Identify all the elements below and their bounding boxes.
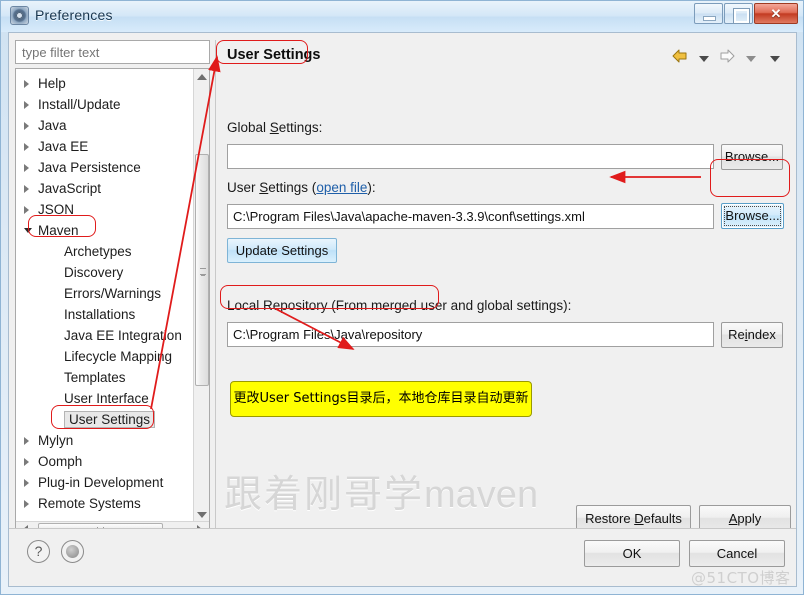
sidebar-item-user-settings[interactable]: User Settings: [64, 409, 156, 430]
sidebar-item-errors-warnings[interactable]: Errors/Warnings: [64, 283, 161, 304]
maximize-button[interactable]: [724, 3, 753, 24]
preferences-window: Preferences ✕ Help Install/Update Java Java…: [0, 0, 804, 595]
preferences-tree[interactable]: Help Install/Update Java Java EE Java Persis…: [15, 68, 210, 538]
navigation-toolbar: [671, 48, 785, 68]
user-settings-label: User Settings (open file):: [227, 180, 376, 195]
title-bar: Preferences ✕: [1, 1, 803, 32]
reindex-button[interactable]: Reindex: [721, 322, 783, 348]
user-settings-browse-button[interactable]: Browse...: [721, 203, 784, 229]
ok-button[interactable]: OK: [584, 540, 680, 567]
sidebar-item-label: Templates: [64, 370, 126, 385]
twisty-collapsed-icon[interactable]: [24, 206, 29, 214]
twisty-collapsed-icon[interactable]: [24, 185, 29, 193]
twisty-collapsed-icon[interactable]: [24, 164, 29, 172]
tree-vertical-scrollbar[interactable]: [193, 69, 209, 523]
twisty-collapsed-icon[interactable]: [24, 437, 29, 445]
sidebar-item-discovery[interactable]: Discovery: [64, 262, 123, 283]
sidebar-item-remote-systems[interactable]: Remote Systems: [24, 493, 141, 514]
sidebar-item-user-interface[interactable]: User Interface: [64, 388, 149, 409]
sidebar-item-label: Install/Update: [38, 97, 121, 112]
minimize-button[interactable]: [694, 3, 723, 24]
filter-input[interactable]: [15, 40, 210, 64]
cancel-button[interactable]: Cancel: [689, 540, 785, 567]
twisty-collapsed-icon[interactable]: [24, 479, 29, 487]
browse-label: Browse...: [725, 208, 780, 223]
sidebar-item-templates[interactable]: Templates: [64, 367, 126, 388]
sidebar-item-label: Java Persistence: [38, 160, 141, 175]
twisty-expanded-icon[interactable]: [24, 228, 32, 233]
sidebar-item-label: Lifecycle Mapping: [64, 349, 173, 364]
twisty-collapsed-icon[interactable]: [24, 122, 29, 130]
sidebar-item-help[interactable]: Help: [24, 73, 66, 94]
site-watermark: @51CTO博客: [691, 569, 791, 587]
sidebar-item-label: Java: [38, 118, 67, 133]
question-mark-icon[interactable]: ?: [27, 540, 50, 563]
annotation-callout: 更改User Settings目录后，本地仓库目录自动更新: [230, 381, 532, 417]
vertical-scroll-thumb[interactable]: [195, 154, 209, 386]
gear-icon: [10, 6, 29, 25]
page-title: User Settings: [227, 47, 321, 63]
sidebar-item-label: Oomph: [38, 454, 83, 469]
sidebar-item-label: Help: [38, 76, 66, 91]
window-title: Preferences: [35, 7, 113, 23]
sidebar-item-archetypes[interactable]: Archetypes: [64, 241, 132, 262]
dialog-footer: ? OK Cancel: [8, 528, 797, 587]
twisty-collapsed-icon[interactable]: [24, 143, 29, 151]
twisty-collapsed-icon[interactable]: [24, 458, 29, 466]
sidebar-item-java-persistence[interactable]: Java Persistence: [24, 157, 141, 178]
dialog-body: Help Install/Update Java Java EE Java Persis…: [8, 32, 797, 559]
sidebar-item-java-ee[interactable]: Java EE: [24, 136, 89, 157]
sidebar-item-label: JSON: [38, 202, 75, 217]
sidebar-item-installations[interactable]: Installations: [64, 304, 135, 325]
global-settings-browse-button[interactable]: Browse...: [721, 144, 783, 170]
twisty-collapsed-icon[interactable]: [24, 80, 29, 88]
sidebar-item-label: Plug-in Development: [38, 475, 164, 490]
user-settings-input[interactable]: C:\Program Files\Java\apache-maven-3.3.9…: [227, 204, 714, 229]
sidebar-item-lifecycle-mapping[interactable]: Lifecycle Mapping: [64, 346, 172, 367]
page-watermark: 跟着刚哥学maven: [224, 463, 538, 518]
local-repository-label: Local Repository (From merged user and g…: [227, 298, 572, 313]
watermark-latin: maven: [424, 474, 539, 516]
global-settings-input[interactable]: [227, 144, 714, 169]
footer-separator: [9, 528, 796, 529]
forward-arrow-icon[interactable]: [718, 48, 736, 69]
sidebar-item-label: Remote Systems: [38, 496, 141, 511]
sidebar-item-label: Maven: [38, 223, 79, 238]
sidebar-item-label: Java EE Integration: [64, 328, 182, 343]
back-arrow-icon[interactable]: [671, 48, 689, 69]
global-settings-label: Global Settings:: [227, 120, 323, 135]
sidebar-item-json[interactable]: JSON: [24, 199, 75, 220]
sidebar-item-plug-in-development[interactable]: Plug-in Development: [24, 472, 164, 493]
sidebar-item-label: JavaScript: [38, 181, 102, 196]
sidebar-item-label: Java EE: [38, 139, 89, 154]
sidebar-item-mylyn[interactable]: Mylyn: [24, 430, 74, 451]
sidebar-item-oomph[interactable]: Oomph: [24, 451, 83, 472]
sidebar-item-label: User Interface: [64, 391, 149, 406]
sidebar-item-label: Errors/Warnings: [64, 286, 162, 301]
update-settings-button[interactable]: Update Settings: [227, 238, 337, 263]
sidebar-item-label: Mylyn: [38, 433, 74, 448]
twisty-collapsed-icon[interactable]: [24, 101, 29, 109]
menu-chevron-down-icon[interactable]: [770, 55, 780, 62]
sidebar-item-maven[interactable]: Maven: [24, 220, 79, 241]
sidebar-item-javascript[interactable]: JavaScript: [24, 178, 102, 199]
sidebar-item-label: Installations: [64, 307, 136, 322]
sidebar-item-java[interactable]: Java: [24, 115, 67, 136]
watermark-cjk: 跟着刚哥学: [224, 472, 425, 516]
forward-dropdown-chevron-down-icon[interactable]: [745, 55, 756, 62]
sidebar-item-label: Archetypes: [64, 244, 132, 259]
sidebar-item-java-ee-integration[interactable]: Java EE Integration: [64, 325, 182, 346]
sidebar-item-label: User Settings: [64, 411, 156, 428]
sidebar-item-label: Discovery: [64, 265, 124, 280]
twisty-collapsed-icon[interactable]: [24, 500, 29, 508]
close-button[interactable]: ✕: [754, 3, 798, 24]
open-file-link[interactable]: open file: [316, 180, 367, 195]
local-repository-input[interactable]: C:\Program Files\Java\repository: [227, 322, 714, 347]
back-dropdown-chevron-down-icon[interactable]: [698, 55, 709, 62]
sidebar-item-install-update[interactable]: Install/Update: [24, 94, 121, 115]
apply-and-close-icon[interactable]: [61, 540, 84, 563]
scroll-down-icon[interactable]: [197, 512, 207, 518]
scroll-up-icon[interactable]: [197, 74, 207, 80]
